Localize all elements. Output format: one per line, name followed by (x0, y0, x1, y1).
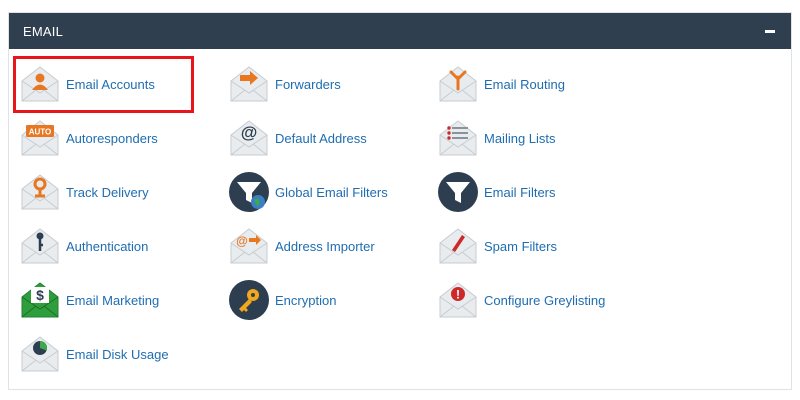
track-delivery-link[interactable]: Track Delivery (19, 169, 149, 215)
email-accounts-label: Email Accounts (66, 76, 155, 92)
address-importer-icon: @ (228, 225, 270, 267)
email-filters-link[interactable]: Email Filters (437, 169, 556, 215)
email-routing-label: Email Routing (484, 76, 565, 92)
at-icon-text: @ (241, 123, 258, 142)
email-disk-usage-link[interactable]: Email Disk Usage (19, 331, 169, 377)
encryption-label: Encryption (275, 292, 337, 308)
email-disk-usage-icon (19, 333, 61, 375)
email-routing-link[interactable]: Email Routing (437, 61, 565, 107)
global-email-filters-icon (228, 171, 270, 213)
email-filters-icon (437, 171, 479, 213)
encryption-icon (228, 279, 270, 321)
email-filters-label: Email Filters (484, 184, 556, 200)
auto-icon-text: AUTO (29, 128, 52, 137)
email-marketing-label: Email Marketing (66, 292, 160, 308)
encryption-link[interactable]: Encryption (228, 277, 336, 323)
default-address-icon: @ (228, 117, 270, 159)
forwarders-link[interactable]: Forwarders (228, 61, 341, 107)
mailing-lists-icon (437, 117, 479, 159)
default-address-link[interactable]: @ Default Address (228, 115, 367, 161)
importer-at-icon-text: @ (236, 234, 248, 248)
email-accounts-icon (19, 63, 61, 105)
spam-filters-label: Spam Filters (484, 238, 557, 254)
panel-title: EMAIL (23, 23, 64, 39)
autoresponders-icon: AUTO (19, 117, 61, 159)
autoresponders-label: Autoresponders (66, 130, 158, 146)
mailing-lists-link[interactable]: Mailing Lists (437, 115, 556, 161)
track-delivery-label: Track Delivery (66, 184, 149, 200)
global-email-filters-link[interactable]: Global Email Filters (228, 169, 388, 215)
autoresponders-link[interactable]: AUTO Autoresponders (19, 115, 158, 161)
email-accounts-link[interactable]: Email Accounts (19, 61, 155, 107)
exclamation-icon-text: ! (456, 288, 460, 302)
configure-greylisting-label: Configure Greylisting (484, 292, 606, 308)
email-panel: EMAIL Email Accounts Forwarders Email Ro… (8, 12, 792, 390)
configure-greylisting-link[interactable]: ! Configure Greylisting (437, 277, 605, 323)
default-address-label: Default Address (275, 130, 367, 146)
address-importer-label: Address Importer (275, 238, 375, 254)
email-marketing-link[interactable]: $ Email Marketing (19, 277, 159, 323)
global-email-filters-label: Global Email Filters (275, 184, 388, 200)
dollar-icon-text: $ (36, 287, 44, 303)
authentication-label: Authentication (66, 238, 149, 254)
email-tools-grid: Email Accounts Forwarders Email Routing … (9, 49, 791, 389)
panel-header[interactable]: EMAIL (9, 13, 791, 49)
forwarders-icon (228, 63, 270, 105)
authentication-icon (19, 225, 61, 267)
spam-filters-icon (437, 225, 479, 267)
authentication-link[interactable]: Authentication (19, 223, 148, 269)
forwarders-label: Forwarders (275, 76, 341, 92)
mailing-lists-label: Mailing Lists (484, 130, 556, 146)
email-disk-usage-label: Email Disk Usage (66, 346, 169, 362)
email-routing-icon (437, 63, 479, 105)
address-importer-link[interactable]: @ Address Importer (228, 223, 375, 269)
email-marketing-icon: $ (19, 279, 61, 321)
spam-filters-link[interactable]: Spam Filters (437, 223, 557, 269)
configure-greylisting-icon: ! (437, 279, 479, 321)
track-delivery-icon (19, 171, 61, 213)
minus-icon[interactable] (763, 24, 777, 38)
